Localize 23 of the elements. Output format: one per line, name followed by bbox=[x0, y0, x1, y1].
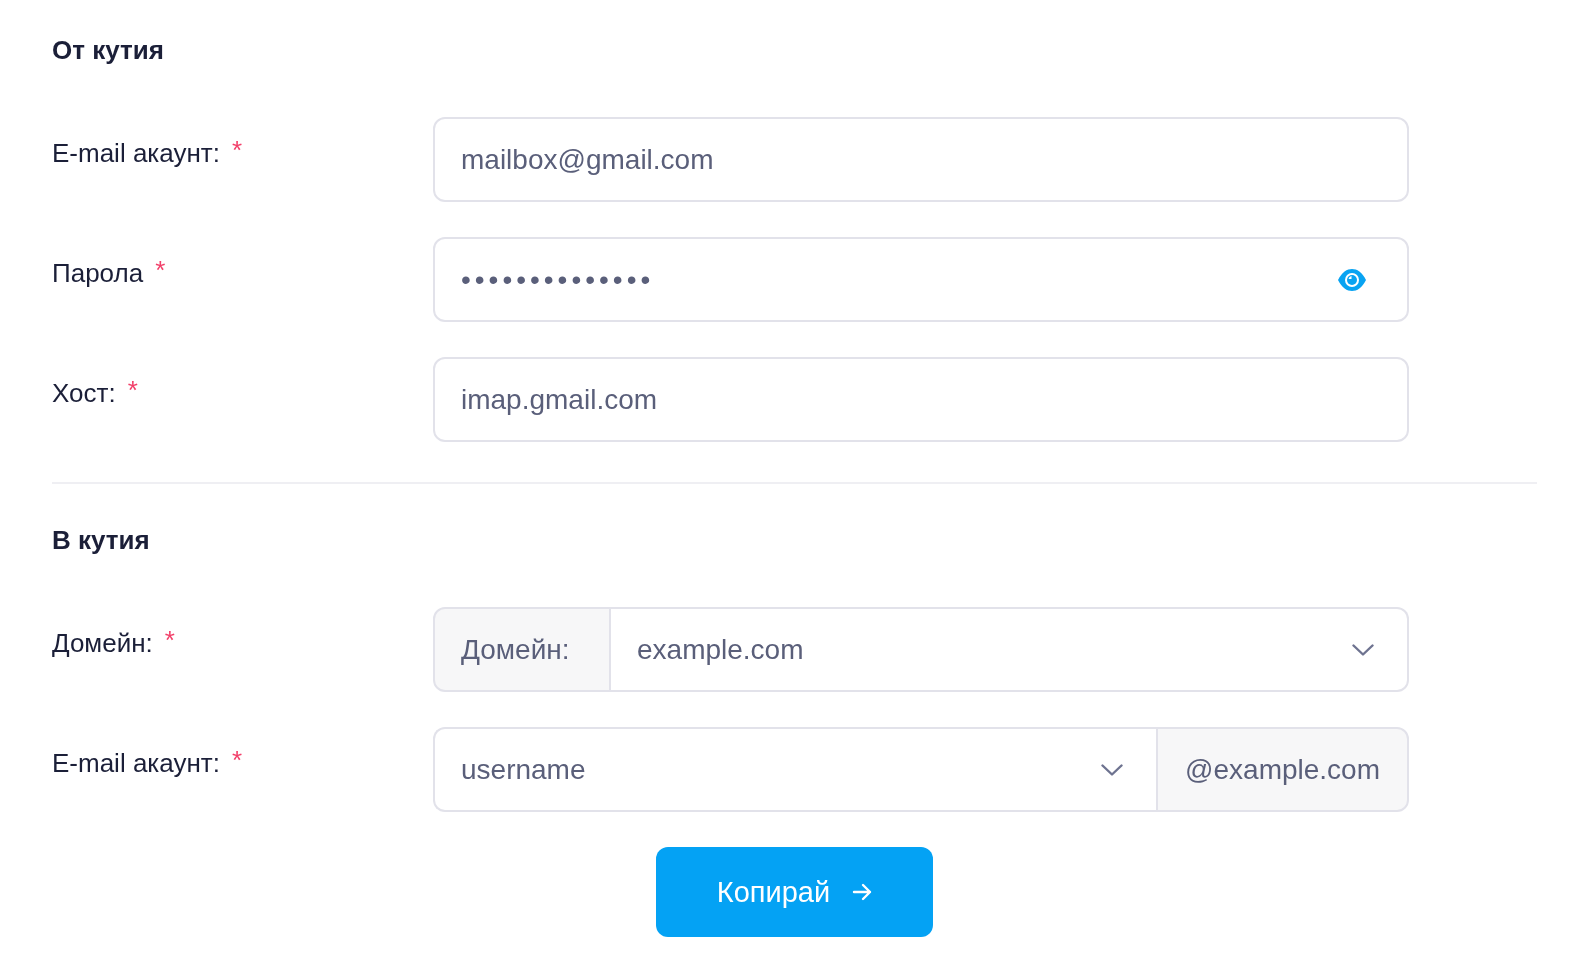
password-field[interactable]: •••••••••••••• bbox=[433, 237, 1409, 322]
chevron-down-icon bbox=[1101, 763, 1124, 776]
select-field[interactable]: username bbox=[433, 727, 1157, 812]
required-mark: * bbox=[127, 377, 138, 403]
section-heading: В кутия bbox=[52, 524, 150, 556]
arrow-right-icon bbox=[852, 883, 873, 901]
field-label: Парола bbox=[52, 257, 144, 289]
field-label: E-mail акаунт: bbox=[52, 747, 220, 779]
field-label: Хост: bbox=[52, 377, 116, 409]
chevron-down-icon bbox=[1352, 643, 1374, 656]
field-label: Домейн: bbox=[52, 627, 153, 659]
required-mark: * bbox=[231, 137, 243, 163]
select-field[interactable]: example.com bbox=[611, 607, 1409, 692]
required-mark: * bbox=[155, 257, 166, 283]
input-field[interactable]: mailbox@gmail.com bbox=[433, 117, 1409, 202]
section-heading: От кутия bbox=[52, 34, 164, 66]
field-prefix: Домейн: bbox=[433, 607, 611, 692]
field-suffix: @example.com bbox=[1156, 727, 1409, 812]
input-field[interactable]: imap.gmail.com bbox=[433, 357, 1409, 442]
eye-icon[interactable] bbox=[1337, 267, 1367, 292]
field-label: E-mail акаунт: bbox=[52, 137, 220, 169]
required-mark: * bbox=[231, 747, 243, 773]
required-mark: * bbox=[164, 627, 175, 653]
